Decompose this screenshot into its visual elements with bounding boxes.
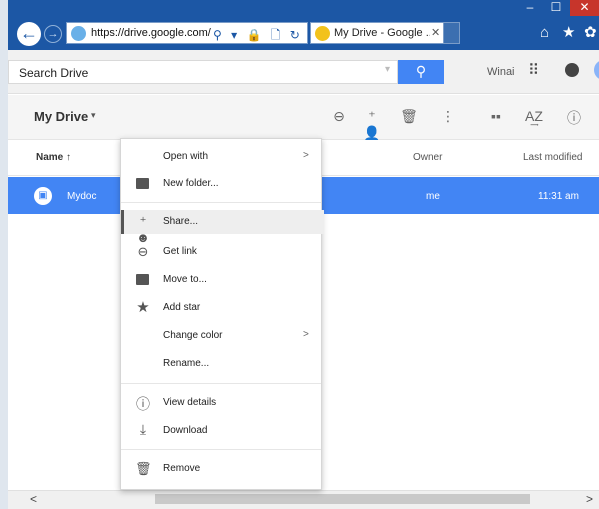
file-owner: me (426, 191, 440, 202)
menu-separator (121, 202, 321, 203)
submenu-arrow-icon: > (303, 150, 309, 161)
home-icon[interactable]: ⌂ (540, 24, 549, 41)
submenu-arrow-icon: > (303, 329, 309, 340)
settings-gear-icon[interactable]: ✿ (584, 23, 597, 41)
my-drive-dropdown-icon[interactable]: ▾ (91, 110, 96, 121)
menu-separator (121, 383, 321, 384)
minimize-button[interactable]: – (518, 0, 542, 16)
download-icon: ⤓ (139, 421, 147, 437)
tab-title: My Drive - Google ... (334, 27, 430, 39)
menu-item-label: Rename... (163, 358, 210, 369)
menu-item-remove[interactable]: 🗑 Remove (121, 457, 321, 481)
scrollbar-thumb[interactable] (155, 494, 530, 504)
menu-item-label: Share... (163, 216, 199, 227)
shared-folder-icon: ▣ (34, 187, 52, 205)
favorites-star-icon[interactable]: ★ (562, 23, 575, 41)
folder-icon (136, 274, 149, 285)
grid-view-icon[interactable]: ▪▪ (486, 108, 506, 124)
menu-item-label: Change color (163, 330, 223, 341)
column-header-name[interactable]: Name ↑ (36, 152, 71, 163)
address-text[interactable]: https://drive.google.com/drive/r (91, 27, 211, 41)
trash-icon: 🗑 (135, 461, 152, 476)
menu-item-label: Add star (163, 302, 201, 313)
menu-item-move-to[interactable]: Move to... (121, 268, 321, 292)
menu-item-label: View details (163, 397, 217, 408)
column-header-owner: Owner (413, 152, 443, 163)
site-globe-icon (71, 26, 86, 41)
menu-separator (121, 449, 321, 450)
column-header-last-modified[interactable]: Last modified (523, 152, 582, 163)
maximize-button[interactable]: ☐ (544, 0, 568, 16)
my-drive-title[interactable]: My Drive (34, 109, 88, 124)
file-modified: 11:31 am (538, 191, 579, 202)
context-menu: Open with > New folder... ⁺☻ Share... ⊖ … (120, 138, 324, 490)
scroll-right-arrow-icon[interactable]: > (586, 492, 593, 506)
scroll-left-arrow-icon[interactable]: < (30, 492, 37, 506)
search-input[interactable]: Search Drive ▾ (8, 60, 398, 84)
desktop-strip (0, 0, 8, 509)
menu-item-rename[interactable]: Rename... (121, 352, 321, 376)
menu-item-change-color[interactable]: Change color > (121, 324, 321, 348)
info-icon[interactable]: ⓘ (564, 108, 584, 128)
drive-toolbar (8, 95, 599, 140)
drive-tab-icon (315, 26, 330, 41)
close-window-button[interactable]: ✕ (570, 0, 599, 16)
search-placeholder: Search Drive (19, 66, 89, 80)
star-icon: ★ (136, 299, 150, 316)
menu-item-label: Open with (163, 151, 209, 162)
new-folder-icon (136, 178, 149, 189)
sort-az-icon[interactable]: A͢Z (524, 108, 544, 124)
address-bar[interactable]: https://drive.google.com/drive/r ⚲ ▾ 🔒 🗋… (66, 22, 308, 44)
back-button[interactable]: ← (17, 22, 41, 46)
file-name[interactable]: Mydoc (67, 191, 96, 202)
forward-button[interactable]: → (44, 25, 62, 43)
menu-item-share[interactable]: ⁺☻ Share... (121, 210, 324, 245)
link-icon[interactable]: ⊖ (329, 108, 349, 125)
menu-item-open-with[interactable]: Open with > (121, 145, 321, 169)
menu-item-download[interactable]: ⤓ Download (121, 419, 321, 443)
menu-item-label: Remove (163, 463, 201, 474)
menu-item-label: Move to... (163, 274, 207, 285)
tab-close-icon[interactable]: ✕ (431, 26, 440, 39)
menu-item-get-link[interactable]: ⊖ Get link (121, 240, 321, 264)
notifications-icon[interactable] (565, 63, 579, 77)
address-tools-icons[interactable]: ⚲ ▾ 🔒 🗋 ↻ (213, 26, 303, 47)
link-icon: ⊖ (137, 244, 149, 259)
apps-grid-icon[interactable]: ⠿ (528, 61, 539, 79)
add-person-icon[interactable]: ⁺👤 (362, 108, 382, 142)
menu-item-label: Get link (163, 246, 197, 257)
trash-icon[interactable]: 🗑 (399, 108, 419, 125)
menu-item-label: New folder... (163, 178, 219, 189)
menu-item-label: Download (163, 425, 208, 436)
account-name[interactable]: Winai (487, 66, 515, 78)
new-tab-button[interactable] (444, 22, 460, 44)
menu-item-view-details[interactable]: ⓘ View details (121, 391, 321, 415)
more-vert-icon[interactable]: ⋮ (438, 108, 458, 125)
menu-item-new-folder[interactable]: New folder... (121, 172, 321, 196)
info-icon: ⓘ (136, 396, 150, 412)
tab-my-drive[interactable]: My Drive - Google ... ✕ (310, 22, 444, 44)
menu-item-add-star[interactable]: ★ Add star (121, 296, 321, 320)
search-options-caret-icon[interactable]: ▾ (385, 64, 390, 75)
search-button[interactable]: ⚲ (398, 60, 444, 84)
